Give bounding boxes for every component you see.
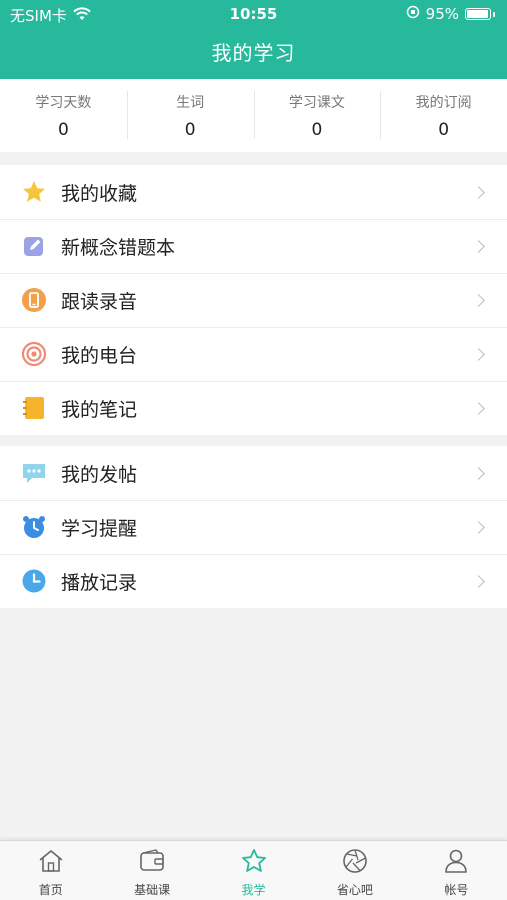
menu-item-play-history[interactable]: 播放记录: [0, 554, 507, 608]
stat-study-days[interactable]: 学习天数 0: [0, 79, 127, 152]
phone-record-icon: [21, 287, 47, 313]
star-outline-icon: [240, 848, 268, 878]
page-title: 我的学习: [211, 41, 296, 65]
tab-label: 帐号: [444, 883, 469, 897]
stat-value: 0: [311, 120, 323, 140]
menu-item-label: 我的电台: [61, 344, 138, 367]
battery-percent: 95%: [425, 5, 459, 23]
home-icon: [37, 848, 65, 878]
tab-label: 首页: [38, 883, 63, 897]
star-icon: [21, 179, 47, 205]
chevron-right-icon: [472, 239, 485, 253]
tab-label: 我学: [241, 883, 266, 897]
tab-bar: 首页 基础课 我学 省心吧 帐号: [0, 840, 507, 900]
stat-label: 我的订阅: [415, 95, 472, 111]
menu-group-1: 我的收藏 新概念错题本 跟读录音 我的电台 我的笔记: [0, 165, 507, 435]
app-header: 无SIM卡 10:55 95% 我的学习: [0, 0, 507, 79]
menu-item-favorites[interactable]: 我的收藏: [0, 165, 507, 219]
menu-item-wrong-questions[interactable]: 新概念错题本: [0, 219, 507, 273]
stats-bar: 学习天数 0 生词 0 学习课文 0 我的订阅 0: [0, 79, 507, 152]
stat-value: 0: [438, 120, 450, 140]
menu-item-label: 跟读录音: [61, 290, 138, 313]
battery-tip: [493, 11, 495, 17]
chevron-right-icon: [472, 401, 485, 415]
tab-account[interactable]: 帐号: [406, 841, 507, 900]
chevron-right-icon: [472, 466, 485, 480]
orientation-lock-icon: [406, 5, 420, 23]
stat-vocabulary[interactable]: 生词 0: [126, 79, 254, 152]
clock-icon: [21, 568, 47, 594]
notebook-icon: [21, 395, 47, 421]
menu-item-label: 我的收藏: [61, 182, 138, 205]
menu-item-follow-read[interactable]: 跟读录音: [0, 273, 507, 327]
battery-icon: [465, 8, 491, 20]
edit-icon: [21, 233, 47, 259]
menu-item-label: 新概念错题本: [61, 236, 176, 259]
menu-item-notes[interactable]: 我的笔记: [0, 381, 507, 435]
alarm-clock-icon: [21, 514, 47, 540]
wallet-icon: [138, 848, 166, 878]
chevron-right-icon: [472, 347, 485, 361]
tab-home[interactable]: 首页: [0, 841, 101, 900]
stat-label: 学习天数: [35, 95, 92, 111]
tab-label: 省心吧: [336, 883, 373, 897]
stat-subscriptions[interactable]: 我的订阅 0: [380, 79, 507, 152]
stat-label: 生词: [176, 95, 205, 111]
menu-item-radio[interactable]: 我的电台: [0, 327, 507, 381]
stat-label: 学习课文: [288, 95, 345, 111]
tab-label: 基础课: [134, 883, 171, 897]
menu-item-label: 我的发帖: [61, 463, 138, 486]
menu-item-study-reminder[interactable]: 学习提醒: [0, 500, 507, 554]
tab-shengxin[interactable]: 省心吧: [304, 841, 405, 900]
menu-item-label: 我的笔记: [61, 398, 138, 421]
menu-item-my-posts[interactable]: 我的发帖: [0, 446, 507, 500]
chevron-right-icon: [472, 293, 485, 307]
stat-value: 0: [184, 120, 196, 140]
stat-value: 0: [57, 120, 69, 140]
tab-basic-course[interactable]: 基础课: [101, 841, 202, 900]
menu-group-2: 我的发帖 学习提醒 播放记录: [0, 446, 507, 608]
chevron-right-icon: [472, 574, 485, 588]
menu-item-label: 学习提醒: [61, 517, 138, 540]
stat-lessons[interactable]: 学习课文 0: [253, 79, 381, 152]
tab-my-study[interactable]: 我学: [203, 841, 304, 900]
chevron-right-icon: [472, 185, 485, 199]
radio-icon: [21, 341, 47, 367]
chevron-right-icon: [472, 520, 485, 534]
user-icon: [442, 848, 470, 878]
chat-bubble-icon: [21, 460, 47, 486]
menu-item-label: 播放记录: [61, 571, 138, 594]
status-bar: 无SIM卡 10:55 95%: [0, 0, 507, 30]
aperture-icon: [341, 848, 369, 878]
